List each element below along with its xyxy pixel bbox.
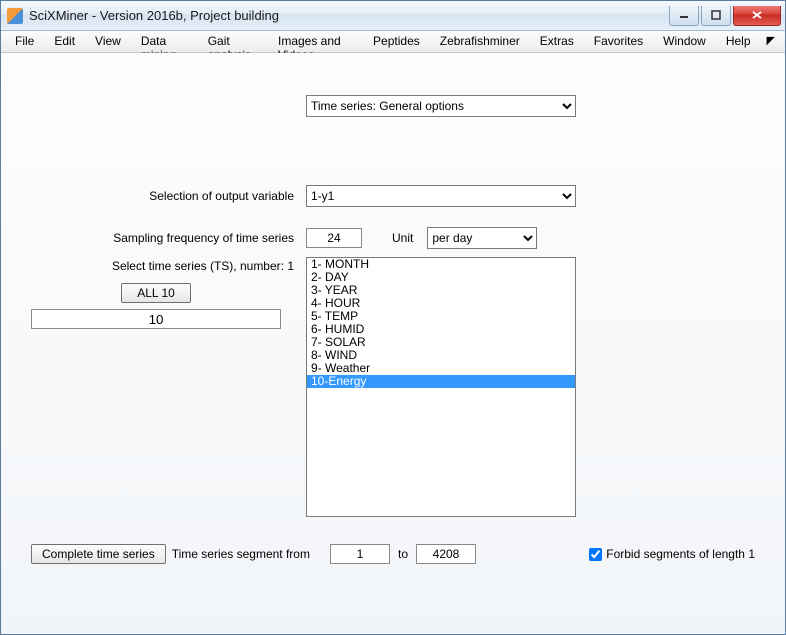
output-variable-select[interactable]: 1-y1 [306, 185, 576, 207]
menu-view[interactable]: View [85, 31, 131, 52]
menu-overflow-icon[interactable]: ◤ [761, 31, 781, 52]
section-select[interactable]: Time series: General options [306, 95, 576, 117]
sampling-frequency-input[interactable] [306, 228, 362, 248]
menu-edit[interactable]: Edit [44, 31, 85, 52]
minimize-icon [679, 10, 689, 20]
unit-label: Unit [392, 231, 413, 245]
all-button[interactable]: ALL 10 [121, 283, 191, 303]
menu-peptides[interactable]: Peptides [363, 31, 430, 52]
forbid-checkbox[interactable] [589, 548, 602, 561]
menubar: File Edit View Data mining Gait analysis… [1, 31, 785, 53]
menu-data-mining[interactable]: Data mining [131, 31, 198, 52]
minimize-button[interactable] [669, 6, 699, 26]
menu-gait-analysis[interactable]: Gait analysis [198, 31, 268, 52]
bottom-row: Complete time series Time series segment… [31, 544, 755, 564]
close-icon [751, 10, 763, 20]
app-icon [7, 8, 23, 24]
forbid-checkbox-wrap[interactable]: Forbid segments of length 1 [585, 545, 755, 564]
forbid-checkbox-label: Forbid segments of length 1 [606, 547, 755, 561]
segment-from-label: Time series segment from [172, 547, 310, 561]
window-title: SciXMiner - Version 2016b, Project build… [29, 8, 667, 23]
close-button[interactable] [733, 6, 781, 26]
menu-favorites[interactable]: Favorites [584, 31, 653, 52]
menu-images-videos[interactable]: Images and Videos [268, 31, 363, 52]
count-input[interactable] [31, 309, 281, 329]
maximize-button[interactable] [701, 6, 731, 26]
output-variable-label: Selection of output variable [21, 189, 306, 203]
menu-help[interactable]: Help [716, 31, 761, 52]
sampling-frequency-label: Sampling frequency of time series [21, 231, 306, 245]
left-control-stack: ALL 10 [31, 283, 281, 329]
app-window: SciXMiner - Version 2016b, Project build… [0, 0, 786, 635]
time-series-listbox[interactable]: 1- MONTH2- DAY3- YEAR4- HOUR5- TEMP6- HU… [306, 257, 576, 517]
menu-window[interactable]: Window [653, 31, 716, 52]
unit-select[interactable]: per day [427, 227, 537, 249]
complete-time-series-button[interactable]: Complete time series [31, 544, 166, 564]
maximize-icon [711, 10, 721, 20]
titlebar: SciXMiner - Version 2016b, Project build… [1, 1, 785, 31]
client-area: Time series: General options Selection o… [1, 53, 785, 634]
menu-zebrafishminer[interactable]: Zebrafishminer [430, 31, 530, 52]
time-series-label: Select time series (TS), number: 1 [21, 257, 306, 273]
segment-to-input[interactable] [416, 544, 476, 564]
list-item[interactable]: 10-Energy [307, 375, 575, 388]
menu-file[interactable]: File [5, 31, 44, 52]
segment-from-input[interactable] [330, 544, 390, 564]
window-controls [667, 6, 781, 26]
segment-to-label: to [398, 547, 408, 561]
menu-extras[interactable]: Extras [530, 31, 584, 52]
